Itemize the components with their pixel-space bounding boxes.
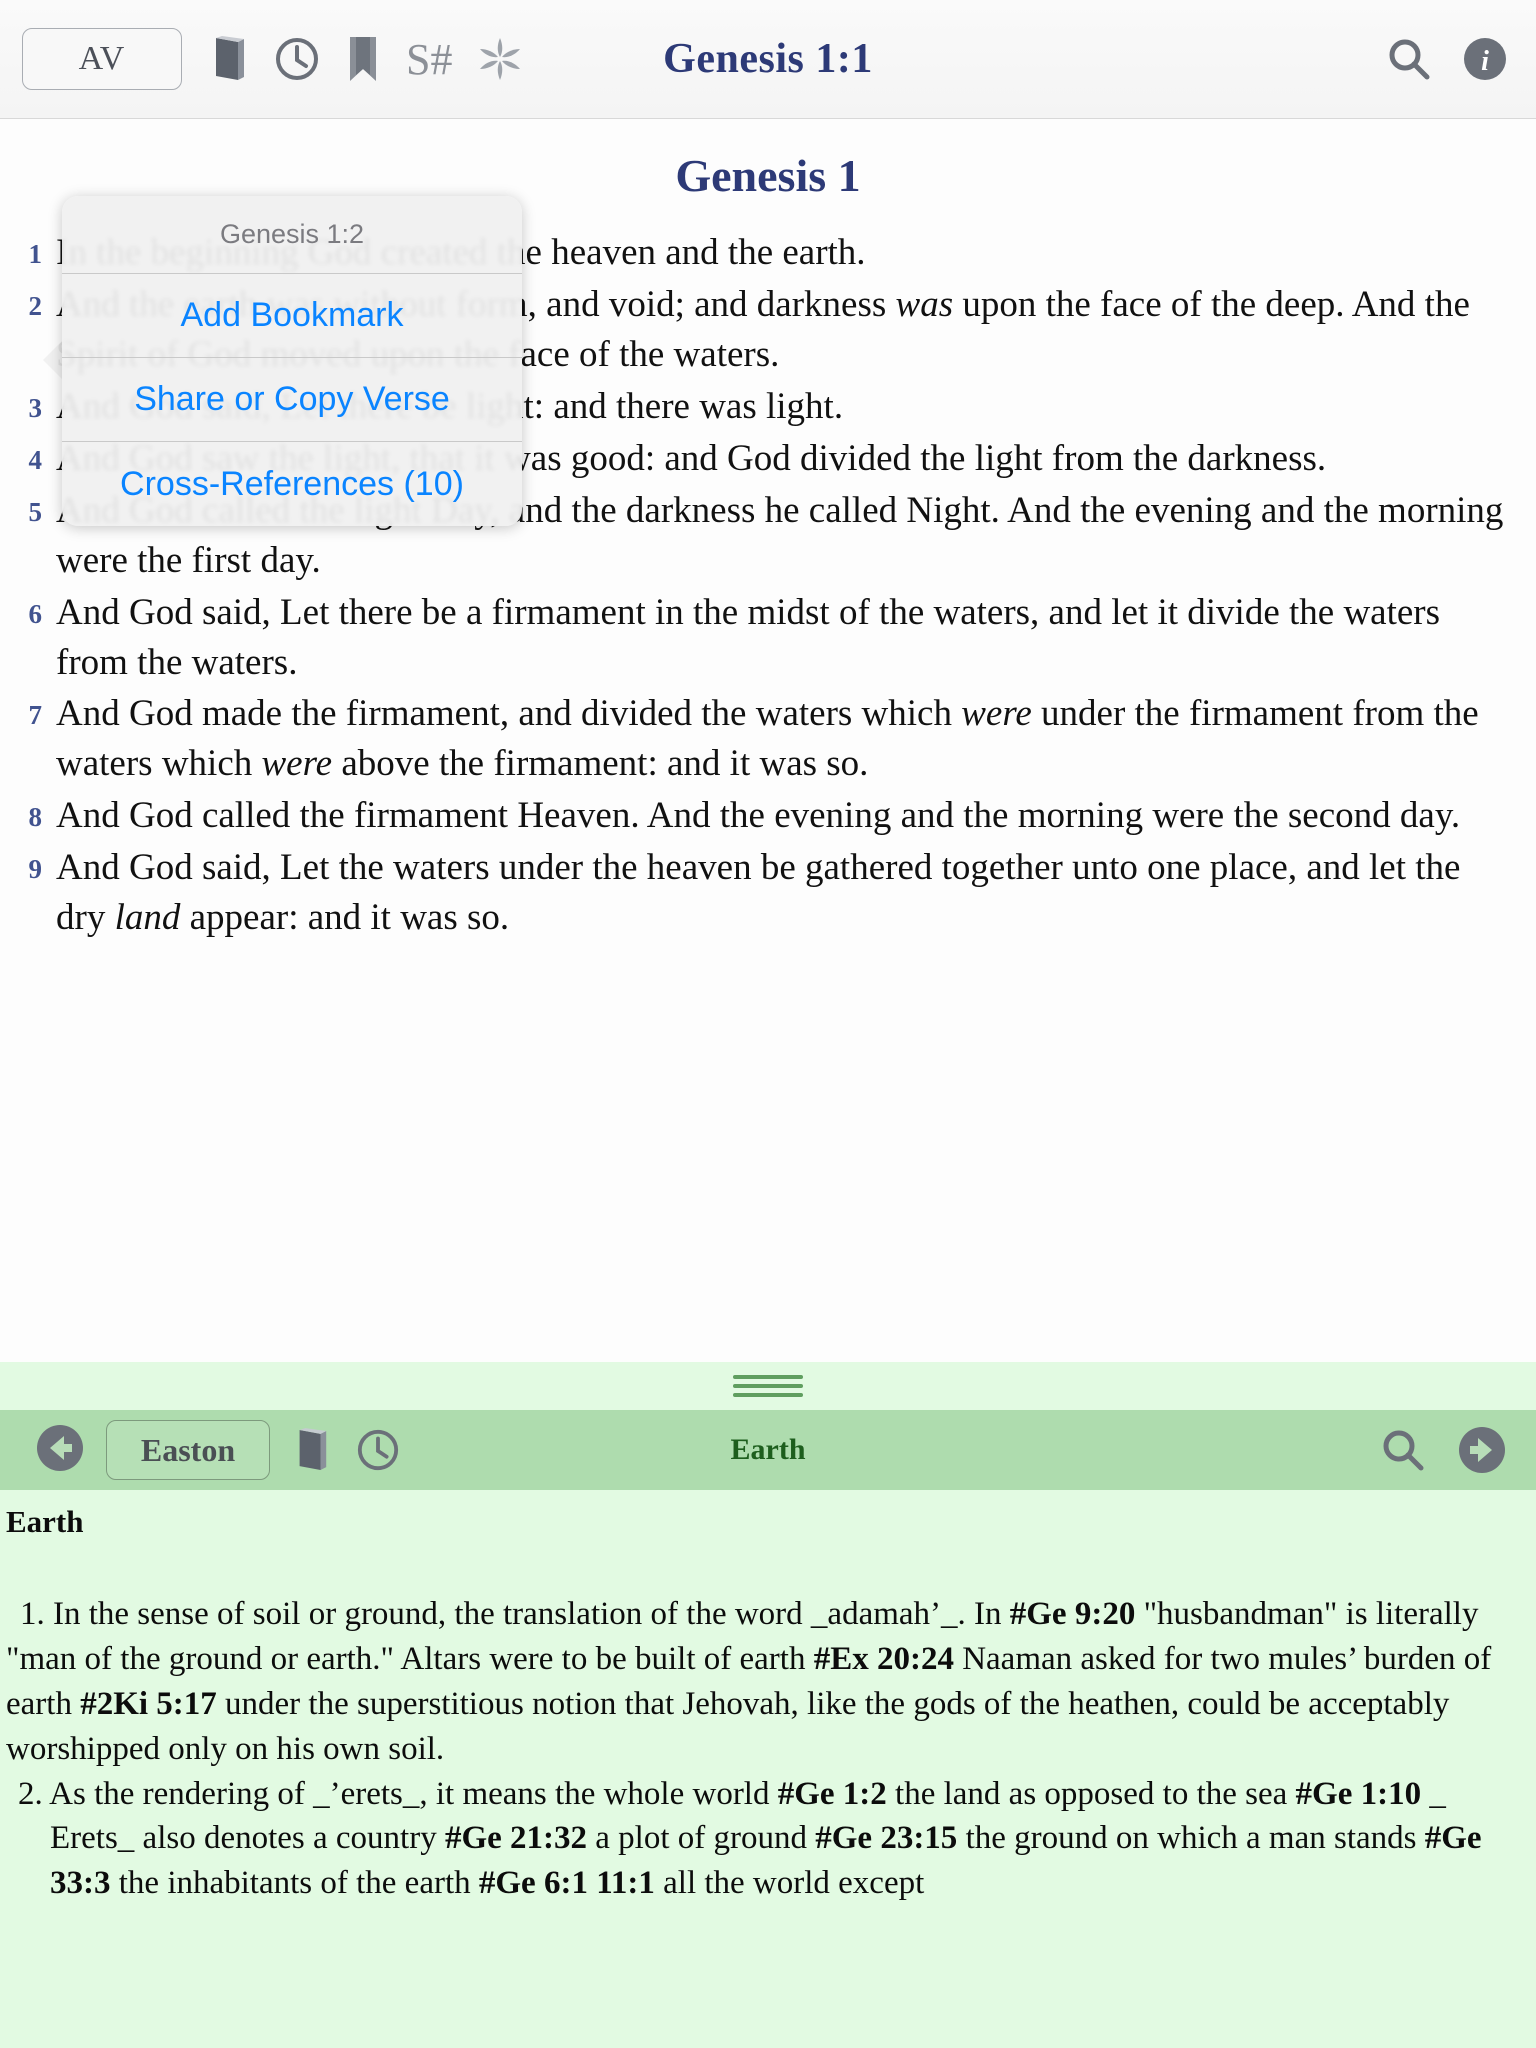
- dictionary-paragraph: 2. As the rendering of _’erets_, it mean…: [6, 1772, 1524, 1907]
- verse-text: And God said, Let the waters under the h…: [56, 843, 1512, 943]
- verse-text-part: appear: and it was so.: [180, 897, 510, 939]
- text-run: 2. As the rendering of _’erets_, it mean…: [18, 1775, 778, 1812]
- popover-header: Genesis 1:2: [62, 196, 522, 274]
- verse-text-italic: were: [261, 743, 333, 785]
- verse-text: And God made the firmament, and divided …: [56, 689, 1512, 789]
- dictionary-paragraph: 1. In the sense of soil or ground, the t…: [6, 1592, 1524, 1772]
- search-icon[interactable]: [1386, 36, 1432, 82]
- text-run: the ground on which a man stands: [957, 1820, 1425, 1857]
- verse-number: 7: [28, 700, 43, 731]
- text-run: a plot of ground: [587, 1820, 816, 1857]
- bible-toolbar-right: i: [1386, 36, 1508, 82]
- bible-toolbar: AV S# Genesis 1:1 i: [0, 0, 1536, 119]
- verse-text: And God called the firmament Heaven. And…: [56, 795, 1461, 837]
- share-or-copy-verse-button[interactable]: Share or Copy Verse: [62, 358, 522, 442]
- verse-number: 8: [28, 802, 43, 833]
- verse-number: 4: [28, 444, 43, 475]
- text-run: all the world except: [654, 1865, 925, 1902]
- app-root: AV S# Genesis 1:1 i Genesis 1 1 heaven a…: [0, 0, 1536, 2048]
- verse-number: 6: [28, 598, 43, 629]
- verse-row[interactable]: 8 And God called the firmament Heaven. A…: [10, 791, 1512, 841]
- search-icon[interactable]: [1380, 1427, 1426, 1473]
- add-bookmark-button[interactable]: Add Bookmark: [62, 274, 522, 358]
- verse-number: 3: [28, 392, 43, 423]
- dictionary-entry-heading: Earth: [6, 1504, 84, 1539]
- verse-row[interactable]: 6 And God said, Let there be a firmament…: [10, 588, 1512, 688]
- verse-text: And God said, Let there be a firmament i…: [56, 591, 1441, 683]
- svg-text:i: i: [1481, 46, 1489, 77]
- forward-arrow-icon[interactable]: [1456, 1424, 1508, 1476]
- scripture-reference[interactable]: #2Ki 5:17: [80, 1686, 217, 1722]
- text-run: the land as opposed to the sea: [886, 1775, 1296, 1812]
- bible-pane: AV S# Genesis 1:1 i Genesis 1 1 heaven a…: [0, 0, 1536, 1362]
- text-run: 1. In the sense of soil or ground, the t…: [20, 1596, 1010, 1632]
- dictionary-pane: Easton Earth Earth 1. In the sense of so…: [0, 1410, 1536, 2048]
- verse-action-popover: Genesis 1:2 Add Bookmark Share or Copy V…: [62, 196, 522, 526]
- verse-row[interactable]: 7 And God made the firmament, and divide…: [10, 689, 1512, 789]
- dictionary-toolbar-right: [1380, 1424, 1508, 1476]
- verse-number: 2: [28, 290, 43, 321]
- scripture-reference[interactable]: #Ge 21:32: [445, 1820, 587, 1856]
- verse-number: 5: [28, 496, 43, 527]
- cross-references-button[interactable]: Cross-References (10): [62, 442, 522, 526]
- verse-number: 1: [28, 239, 43, 269]
- dictionary-title: Earth: [730, 1433, 806, 1466]
- page-title: Genesis 1:1: [663, 36, 873, 82]
- info-icon[interactable]: i: [1462, 36, 1508, 82]
- scripture-reference[interactable]: #Ge 1:10: [1296, 1776, 1422, 1812]
- pane-splitter[interactable]: [0, 1362, 1536, 1410]
- verse-row[interactable]: 9 And God said, Let the waters under the…: [10, 843, 1512, 943]
- scripture-reference[interactable]: #Ex 20:24: [814, 1641, 954, 1677]
- text-run: under the superstitious notion that Jeho…: [6, 1685, 1450, 1767]
- chapter-title: Genesis 1: [675, 150, 861, 201]
- text-run: the inhabitants of the earth: [110, 1865, 479, 1902]
- verse-text-italic: was: [895, 283, 954, 325]
- verse-text-italic: were: [961, 693, 1032, 735]
- scripture-reference[interactable]: #Ge 9:20: [1010, 1596, 1136, 1632]
- scripture-reference[interactable]: #Ge 1:2: [778, 1776, 887, 1812]
- scripture-reference[interactable]: #Ge 23:15: [815, 1820, 957, 1856]
- verse-text-italic: land: [114, 897, 181, 939]
- scripture-reference[interactable]: #Ge 6:1 11:1: [479, 1865, 655, 1901]
- drag-handle-icon[interactable]: [733, 1375, 803, 1397]
- verse-text-part: And God made the firmament, and divided …: [56, 693, 962, 735]
- verse-text-part: above the firmament: and it was so.: [332, 743, 869, 785]
- verse-number: 9: [28, 854, 43, 885]
- dictionary-body[interactable]: Earth 1. In the sense of soil or ground,…: [0, 1490, 1536, 2048]
- dictionary-toolbar: Easton Earth: [0, 1410, 1536, 1490]
